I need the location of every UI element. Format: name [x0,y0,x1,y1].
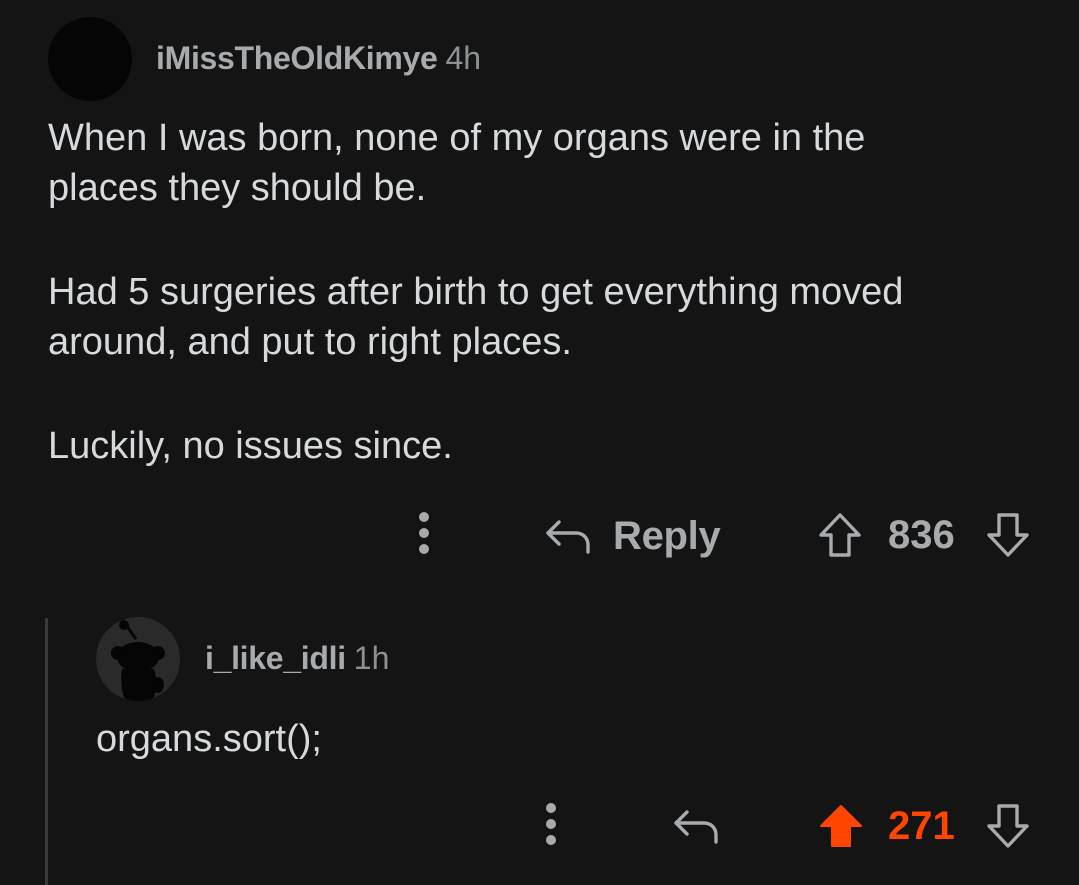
comment-line: places they should be. [48,167,427,209]
upvote-arrow-icon[interactable] [818,512,862,558]
timestamp: 1h [353,640,390,676]
snoo-avatar-icon[interactable] [96,617,180,701]
reply-button[interactable]: Reply [545,508,721,564]
reply-body: organs.sort(); [96,718,322,760]
more-vertical-icon[interactable] [541,803,561,853]
comment-line: Luckily, no issues since. [48,425,453,467]
reply-arrow-icon [674,810,718,844]
vote-score: 271 [888,804,955,848]
comment-line: Had 5 surgeries after birth to get every… [48,271,904,313]
comment-line: around, and put to right places. [48,321,572,363]
timestamp: 4h [445,40,482,76]
downvote-arrow-icon[interactable] [986,803,1030,849]
comment-paragraph: Had 5 surgeries after birth to get every… [48,267,903,367]
upvote-arrow-icon[interactable] [818,803,864,849]
username[interactable]: iMissTheOldKimye [156,40,438,76]
more-vertical-icon[interactable] [414,512,434,562]
avatar[interactable] [48,17,132,101]
comment-line: When I was born, none of my organs were … [48,117,866,159]
thread-line[interactable] [45,618,48,885]
downvote-arrow-icon[interactable] [986,512,1030,558]
vote-score: 836 [888,513,955,557]
comment-paragraph: Luckily, no issues since. [48,421,453,471]
comment-meta: iMissTheOldKimye 4h [156,38,481,78]
reply-arrow-icon [546,520,590,554]
reply-button[interactable] [673,803,719,849]
reply-label: Reply [613,513,721,558]
username[interactable]: i_like_idli [205,640,346,676]
comment-paragraph: When I was born, none of my organs were … [48,113,865,213]
reply-meta: i_like_idli 1h [205,638,389,678]
